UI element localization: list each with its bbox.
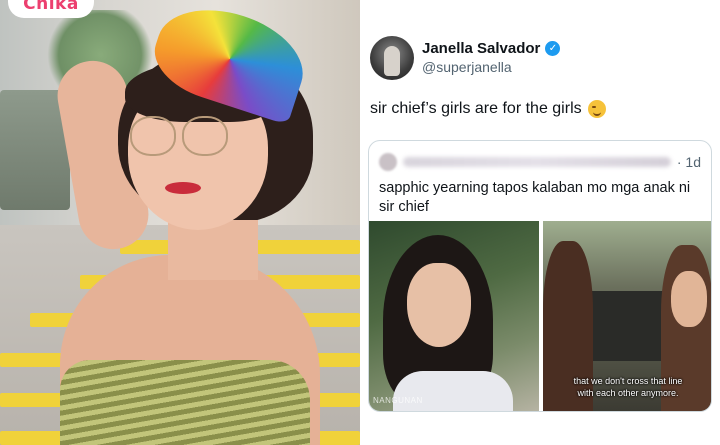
quoted-author-name-blurred	[403, 157, 671, 167]
photo-lips	[165, 182, 201, 194]
author-name-row: Janella Salvador ✓	[422, 40, 561, 57]
subtitle-line-1: that we don't cross that line	[573, 376, 683, 386]
subtitle-line-2: with each other anymore.	[577, 388, 679, 398]
author-handle[interactable]: @superjanella	[422, 59, 512, 75]
quoted-author-avatar-blurred	[379, 153, 397, 171]
chika-logo[interactable]: Chika	[8, 0, 94, 18]
image-subtitle: that we don't cross that line with each …	[543, 375, 711, 399]
quoted-tweet-time[interactable]: · 1d	[677, 154, 701, 170]
photo-neck	[168, 220, 258, 280]
author-avatar[interactable]	[370, 36, 414, 80]
smirking-face-emoji-icon	[587, 100, 606, 118]
image-watermark: NANGUNAN	[373, 396, 423, 405]
photo-striped-top	[60, 360, 310, 445]
glasses-right-lens	[182, 116, 228, 156]
quoted-tweet-header: · 1d	[379, 153, 701, 171]
quoted-tweet[interactable]: · 1d sapphic yearning tapos kalaban mo m…	[368, 140, 712, 412]
glasses-left-lens	[130, 116, 176, 156]
logo-text: Chika	[23, 0, 79, 14]
tweet-text-row: sir chief’s girls are for the girls	[370, 100, 606, 118]
quoted-image-2[interactable]: that we don't cross that line with each …	[543, 221, 711, 411]
quoted-tweet-text: sapphic yearning tapos kalaban mo mga an…	[379, 180, 691, 215]
featured-photo: Chika	[0, 0, 360, 445]
tweet-card: Janella Salvador ✓ @superjanella sir chi…	[360, 0, 720, 445]
quoted-image-1[interactable]: NANGUNAN	[369, 221, 539, 411]
tweet-text: sir chief’s girls are for the girls	[370, 100, 582, 117]
author-name[interactable]: Janella Salvador	[422, 40, 540, 57]
verified-badge-icon: ✓	[545, 41, 561, 56]
